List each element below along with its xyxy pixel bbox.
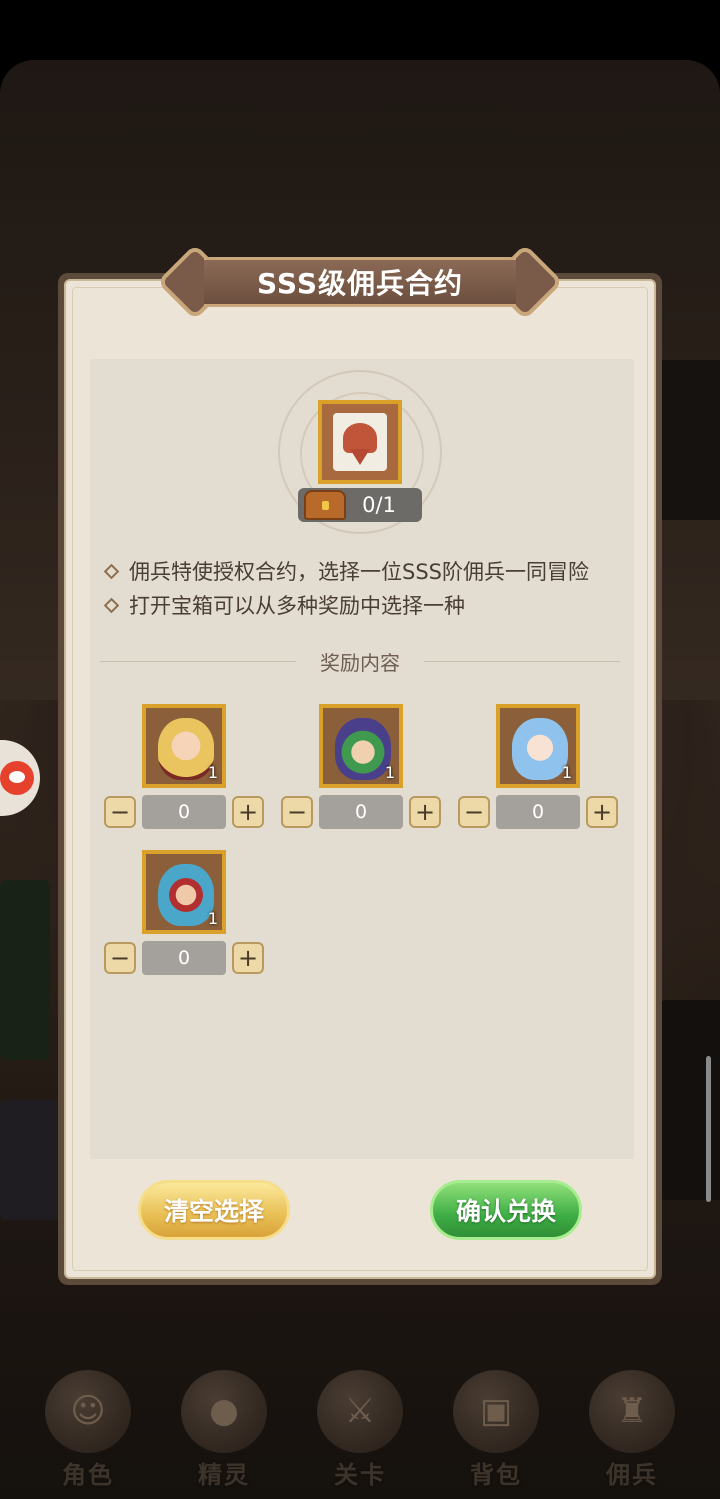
character-icon: ☺: [45, 1369, 131, 1453]
minus-button[interactable]: −: [104, 796, 136, 828]
stage-icon: ⚔: [317, 1369, 403, 1453]
reward-quantity: 1: [207, 909, 218, 928]
quantity-value[interactable]: 0: [142, 941, 226, 975]
confirm-exchange-button[interactable]: 确认兑换: [430, 1180, 582, 1240]
quantity-value[interactable]: 0: [319, 795, 403, 829]
quantity-stepper: − 0 +: [281, 794, 441, 830]
nav-label: 佣兵: [606, 1460, 658, 1489]
reward-quantity: 1: [384, 763, 395, 782]
hero-portrait-slot[interactable]: 1: [142, 850, 226, 934]
nav-item-backpack[interactable]: ▣ 背包: [441, 1369, 551, 1490]
description-text: 打开宝箱可以从多种奖励中选择一种: [129, 594, 465, 618]
plus-button[interactable]: +: [409, 796, 441, 828]
nav-label: 关卡: [334, 1460, 386, 1489]
reward-item: 1 − 0 +: [104, 704, 264, 834]
minus-button[interactable]: −: [458, 796, 490, 828]
rewards-header: 奖励内容: [320, 651, 400, 675]
nav-item-stage[interactable]: ⚔ 关卡: [305, 1369, 415, 1490]
divider-left: [100, 661, 296, 662]
contract-paper: [333, 413, 387, 471]
diamond-bullet-icon: [103, 563, 120, 579]
dialog-title: SSS级佣兵合约: [257, 267, 463, 300]
description-line-2: 打开宝箱可以从多种奖励中选择一种: [100, 590, 465, 620]
hero-portrait-wizard: [335, 718, 391, 780]
quantity-value[interactable]: 0: [496, 795, 580, 829]
contract-count: 0/1: [362, 493, 396, 517]
minus-button[interactable]: −: [281, 796, 313, 828]
scrollbar[interactable]: [706, 1056, 711, 1202]
description-text: 佣兵特使授权合约，选择一位SSS阶佣兵一同冒险: [129, 560, 589, 584]
nav-item-character[interactable]: ☺ 角色: [33, 1369, 143, 1490]
reward-quantity: 1: [561, 763, 572, 782]
reward-item: 1 − 0 +: [281, 704, 441, 834]
clear-selection-button[interactable]: 清空选择: [138, 1180, 290, 1240]
reward-quantity: 1: [207, 763, 218, 782]
bottom-navigation: ☺ 角色 ● 精灵 ⚔ 关卡 ▣ 背包 ♜ 佣兵: [0, 1360, 720, 1499]
description-line-1: 佣兵特使授权合约，选择一位SSS阶佣兵一同冒险: [100, 556, 589, 586]
treasure-chest-icon: [304, 490, 346, 520]
nav-label: 角色: [62, 1460, 114, 1489]
plus-button[interactable]: +: [586, 796, 618, 828]
hero-portrait-blonde-demon: [158, 718, 214, 780]
diamond-bullet-icon: [103, 597, 120, 613]
plus-button[interactable]: +: [232, 796, 264, 828]
quantity-value[interactable]: 0: [142, 795, 226, 829]
contract-scroll-icon: [318, 400, 402, 484]
minus-button[interactable]: −: [104, 942, 136, 974]
nav-label: 精灵: [198, 1460, 250, 1489]
hero-portrait-slot[interactable]: 1: [319, 704, 403, 788]
reward-item: 1 − 0 +: [458, 704, 618, 834]
hero-portrait-ninja: [158, 864, 214, 926]
plus-button[interactable]: +: [232, 942, 264, 974]
backpack-icon: ▣: [453, 1369, 539, 1453]
contract-count-bar: 0/1: [298, 488, 422, 522]
dialog-title-plate: SSS级佣兵合约: [156, 243, 564, 321]
quantity-stepper: − 0 +: [104, 794, 264, 830]
nav-label: 背包: [470, 1460, 522, 1489]
nav-item-mercenary[interactable]: ♜ 佣兵: [577, 1369, 687, 1490]
quantity-stepper: − 0 +: [458, 794, 618, 830]
quantity-stepper: − 0 +: [104, 940, 264, 976]
hero-portrait-ice-maiden: [512, 718, 568, 780]
reward-item: 1 − 0 +: [104, 850, 264, 980]
mercenary-icon: ♜: [589, 1369, 675, 1453]
divider-right: [424, 661, 620, 662]
nav-item-spirit[interactable]: ● 精灵: [169, 1369, 279, 1490]
hero-portrait-slot[interactable]: 1: [496, 704, 580, 788]
assistant-icon: [0, 761, 34, 795]
hero-portrait-slot[interactable]: 1: [142, 704, 226, 788]
spirit-icon: ●: [181, 1369, 267, 1453]
